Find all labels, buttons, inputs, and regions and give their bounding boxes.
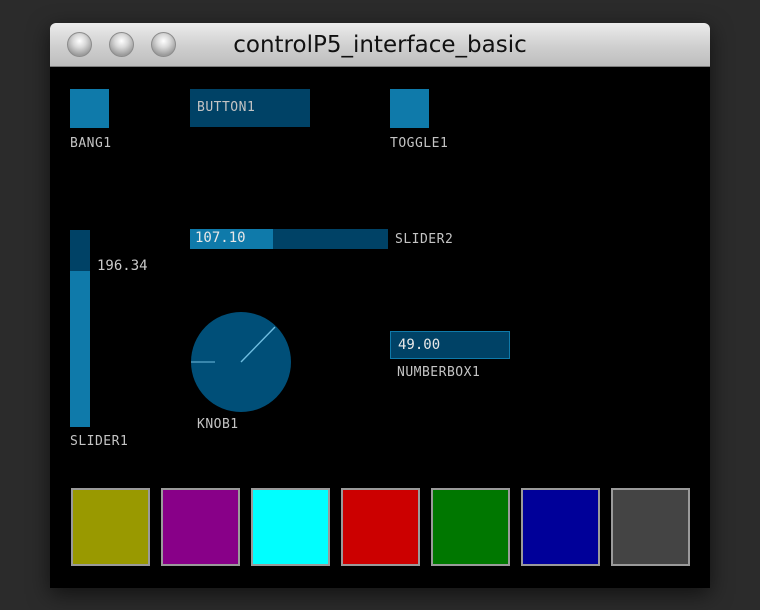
swatch-olive[interactable] [71,488,150,566]
bang1-button[interactable] [70,89,109,128]
title-bar[interactable]: controlP5_interface_basic [50,23,710,67]
slider2-label: SLIDER2 [395,232,454,247]
button1[interactable]: BUTTON1 [190,89,310,127]
slider1-fill [70,271,90,427]
knob1[interactable] [188,309,294,415]
swatch-gray[interactable] [611,488,690,566]
toggle1[interactable] [390,89,429,128]
toggle1-label: TOGGLE1 [390,136,449,151]
swatch-blue[interactable] [521,488,600,566]
knob1-label: KNOB1 [197,417,239,432]
window-title: controlP5_interface_basic [233,32,527,58]
slider1-label: SLIDER1 [70,434,129,449]
bang1-label: BANG1 [70,136,112,151]
slider2-track[interactable]: 107.10 [190,229,388,249]
swatch-green[interactable] [431,488,510,566]
numberbox1-value: 49.00 [398,337,441,353]
swatch-red[interactable] [341,488,420,566]
numberbox1[interactable]: 49.00 [390,331,510,359]
slider1-track[interactable] [70,230,90,427]
numberbox1-label: NUMBERBOX1 [397,365,481,380]
swatch-cyan[interactable] [251,488,330,566]
slider1-value: 196.34 [97,258,148,274]
sketch-canvas: BANG1 BUTTON1 TOGGLE1 196.34 SLIDER1 107… [50,67,710,588]
swatch-purple[interactable] [161,488,240,566]
app-window: controlP5_interface_basic BANG1 BUTTON1 … [50,23,710,588]
button1-label: BUTTON1 [197,100,256,115]
slider2-value: 107.10 [195,230,246,246]
